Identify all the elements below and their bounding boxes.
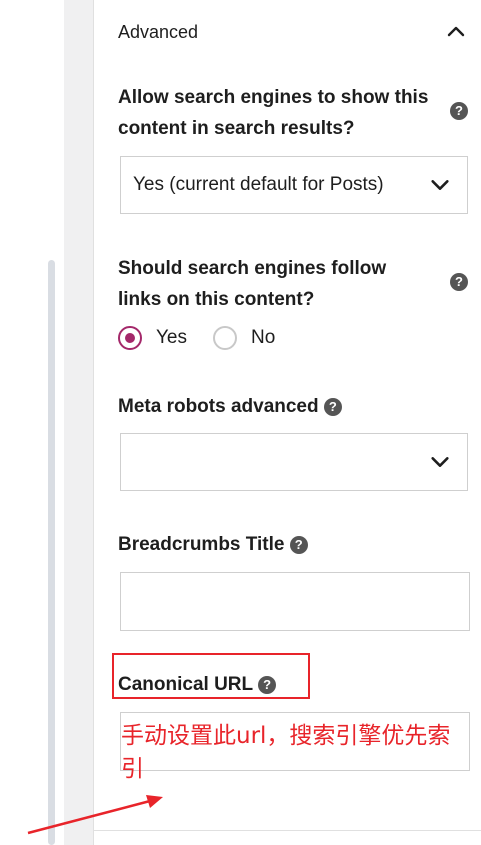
annotation-arrow-icon bbox=[27, 795, 163, 835]
